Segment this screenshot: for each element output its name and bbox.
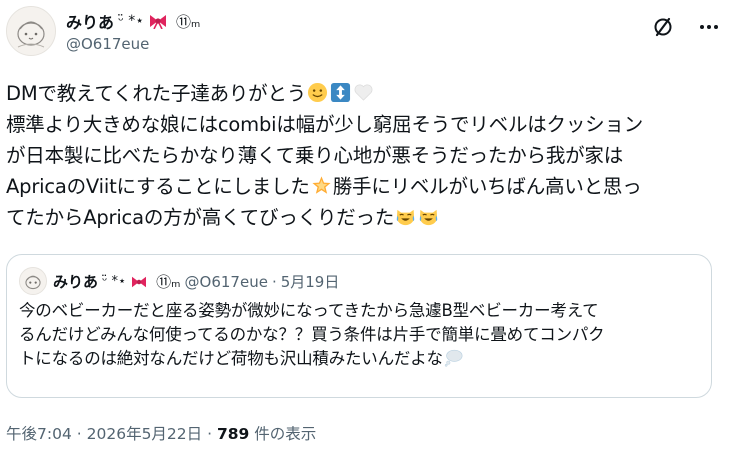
cat-tears-of-joy-icon-2 <box>419 209 438 226</box>
tweet: みりあ ᵕ̈ *⋆ ⑪ₘ @O617eue DMで教えてくれた子達ありがとう 標… <box>0 0 740 449</box>
slightly-smiling-face-icon <box>308 82 328 103</box>
quoted-display-name[interactable]: みりあ <box>53 271 98 292</box>
tweet-line-1: DMで教えてくれた子達ありがとう <box>6 82 307 105</box>
glowing-star-icon <box>312 176 331 194</box>
author-avatar[interactable] <box>6 6 56 56</box>
ribbon-bow-icon <box>150 15 167 29</box>
cat-tears-of-joy-icon <box>396 209 415 226</box>
author-handle[interactable]: @O617eue <box>66 35 149 53</box>
quoted-header: みりあ ᵕ̈ *⋆ ⑪ₘ @O617eue · 5月19日 <box>53 271 339 292</box>
views-label: 件の表示 <box>254 425 317 443</box>
quoted-name-badge: ⑪ₘ <box>156 273 181 291</box>
quoted-avatar-illustration <box>20 268 46 294</box>
grok-slash-icon <box>654 17 672 37</box>
quoted-text: 今のベビーカーだと座る姿勢が微妙になってきたから急遽B型ベビーカー考えて るんだけ… <box>19 299 699 371</box>
quoted-line-1: 今のベビーカーだと座る姿勢が微妙になってきたから急遽B型ベビーカー考えて <box>19 301 599 320</box>
tweet-line-5: てたからApricaの方が高くてびっくりだった <box>6 206 395 229</box>
quoted-ribbon-bow-icon <box>132 276 147 287</box>
tweet-footer: 午後7:04 · 2026年5月22日 · 789 件の表示 <box>6 422 316 444</box>
quoted-handle[interactable]: @O617eue <box>185 273 268 291</box>
footer-separator-2: · <box>207 425 213 443</box>
quoted-tweet-card[interactable]: みりあ ᵕ̈ *⋆ ⑪ₘ @O617eue · 5月19日 今のベビーカーだと座… <box>6 254 712 398</box>
quoted-date[interactable]: 5月19日 <box>281 271 340 292</box>
thought-balloon-icon <box>444 349 463 367</box>
tweet-line-2: 標準より大きめな娘にはcombiは幅が少し窮屈そうでリベルはクッション <box>6 113 644 136</box>
more-options-button[interactable] <box>694 12 724 42</box>
footer-separator: · <box>76 425 82 443</box>
tweet-line-4b: 勝手にリベルがいちばん高いと思っ <box>332 175 642 198</box>
post-date[interactable]: 2026年5月22日 <box>87 425 203 443</box>
views-count: 789 <box>216 425 250 443</box>
avatar-illustration <box>7 7 55 55</box>
up-down-arrow-icon <box>331 82 351 103</box>
tweet-line-4a: ApricaのViitにすることにしました <box>6 175 310 198</box>
tweet-line-3: が日本製に比べたらかなり薄くて乗り心地が悪そうだったから我が家は <box>6 144 624 167</box>
grok-button[interactable] <box>648 12 678 42</box>
author-name-row[interactable]: みりあ ᵕ̈ *⋆ ⑪ₘ <box>66 9 200 33</box>
more-dots-icon <box>700 25 718 29</box>
author-display-name[interactable]: みりあ <box>66 9 114 33</box>
quoted-line-3: トになるのは絶対なんだけど荷物も沢山積みたいんだよな <box>19 349 443 368</box>
author-name-badge: ⑪ₘ <box>176 12 201 31</box>
tweet-text: DMで教えてくれた子達ありがとう 標準より大きめな娘にはcombiは幅が少し窮屈… <box>6 78 734 233</box>
quoted-line-2: るんだけどみんな何使ってるのかな？？買う条件は片手で簡単に畳めてコンパク <box>19 325 605 344</box>
author-name-decoration: ᵕ̈ *⋆ <box>118 13 145 29</box>
quoted-name-decoration: ᵕ̈ *⋆ <box>102 274 127 289</box>
quoted-author-avatar[interactable] <box>19 267 47 295</box>
white-heart-icon <box>354 84 373 101</box>
post-time[interactable]: 午後7:04 <box>6 425 72 443</box>
quoted-separator: · <box>271 272 277 291</box>
